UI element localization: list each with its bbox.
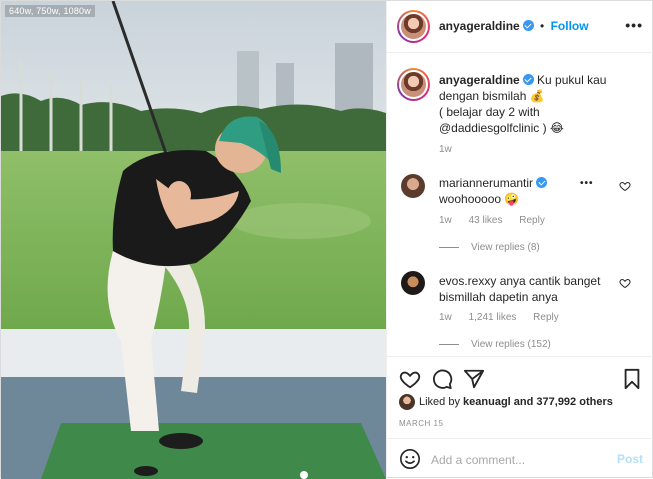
instagram-post-modal: 640w, 750w, 1080w anyageraldine • Follow… <box>0 0 653 479</box>
post-header: anyageraldine • Follow ••• <box>387 1 653 53</box>
comment-time[interactable]: 1w <box>439 215 452 226</box>
comment-text: woohooooo 🤪 <box>439 192 520 206</box>
header-user-line: anyageraldine • Follow <box>439 19 589 33</box>
author-username[interactable]: anyageraldine <box>439 19 520 33</box>
bookmark-icon[interactable] <box>621 368 643 390</box>
author-avatar[interactable] <box>397 10 430 43</box>
comment-icon[interactable] <box>431 368 453 390</box>
reply-button[interactable]: Reply <box>533 312 559 323</box>
comment-time[interactable]: 1w <box>439 312 452 323</box>
commenter-avatar[interactable] <box>401 174 425 198</box>
comment-more-icon[interactable]: ••• <box>580 178 594 189</box>
caption-time[interactable]: 1w <box>439 144 452 155</box>
post-date[interactable]: MARCH 15 <box>399 419 443 428</box>
golf-photo-illustration <box>1 1 386 479</box>
comment-meta: 1w 43 likes Reply <box>439 215 559 226</box>
smile-icon[interactable] <box>399 448 421 470</box>
author-avatar-image <box>399 12 428 41</box>
caption-meta: 1w <box>439 144 466 155</box>
post-photo[interactable]: 640w, 750w, 1080w <box>1 1 386 479</box>
verified-icon <box>522 20 534 31</box>
liked-by-others[interactable]: and 377,992 others <box>514 396 613 408</box>
post-button[interactable]: Post <box>617 452 643 466</box>
comments-list[interactable]: anyageraldine Ku pukul kau dengan bismil… <box>387 54 653 356</box>
follow-button[interactable]: Follow <box>551 19 589 33</box>
caption-avatar-image <box>399 70 428 99</box>
post-side-panel: anyageraldine • Follow ••• anyageraldine… <box>386 1 653 479</box>
liked-by-user[interactable]: keanuagl <box>463 396 511 408</box>
more-options-icon[interactable]: ••• <box>625 17 643 33</box>
view-replies-button[interactable]: View replies (8) <box>439 242 540 253</box>
caption-username[interactable]: anyageraldine <box>439 73 520 87</box>
share-icon[interactable] <box>463 368 485 390</box>
likes-summary: Liked by keanuagl and 377,992 others <box>399 394 613 410</box>
comment-item: evos.rexxy anya cantik banget bismillah … <box>439 273 609 305</box>
comment-username[interactable]: mariannerumantir <box>439 176 533 190</box>
comment-like-heart-icon[interactable] <box>619 277 631 289</box>
view-replies-button[interactable]: View replies (152) <box>439 339 551 350</box>
commenter-avatar[interactable] <box>401 271 425 295</box>
comment-input[interactable] <box>431 451 611 469</box>
verified-icon <box>522 74 534 85</box>
liker-avatar[interactable] <box>399 394 415 410</box>
add-comment-bar: Post <box>387 438 653 479</box>
comment-likes[interactable]: 43 likes <box>469 215 503 226</box>
caption-avatar[interactable] <box>397 68 430 101</box>
heart-icon[interactable] <box>399 368 421 390</box>
image-size-label: 640w, 750w, 1080w <box>5 5 95 17</box>
comment-like-heart-icon[interactable] <box>619 180 631 192</box>
caption: anyageraldine Ku pukul kau dengan bismil… <box>439 72 629 136</box>
comment-username[interactable]: evos.rexxy <box>439 274 496 288</box>
liked-by-prefix: Liked by <box>419 395 460 408</box>
header-separator: • <box>540 19 545 33</box>
comment-meta: 1w 1,241 likes Reply <box>439 312 573 323</box>
verified-icon <box>536 177 548 188</box>
reply-button[interactable]: Reply <box>519 215 545 226</box>
post-actions: Liked by keanuagl and 377,992 others MAR… <box>387 356 653 438</box>
comment-likes[interactable]: 1,241 likes <box>469 312 517 323</box>
